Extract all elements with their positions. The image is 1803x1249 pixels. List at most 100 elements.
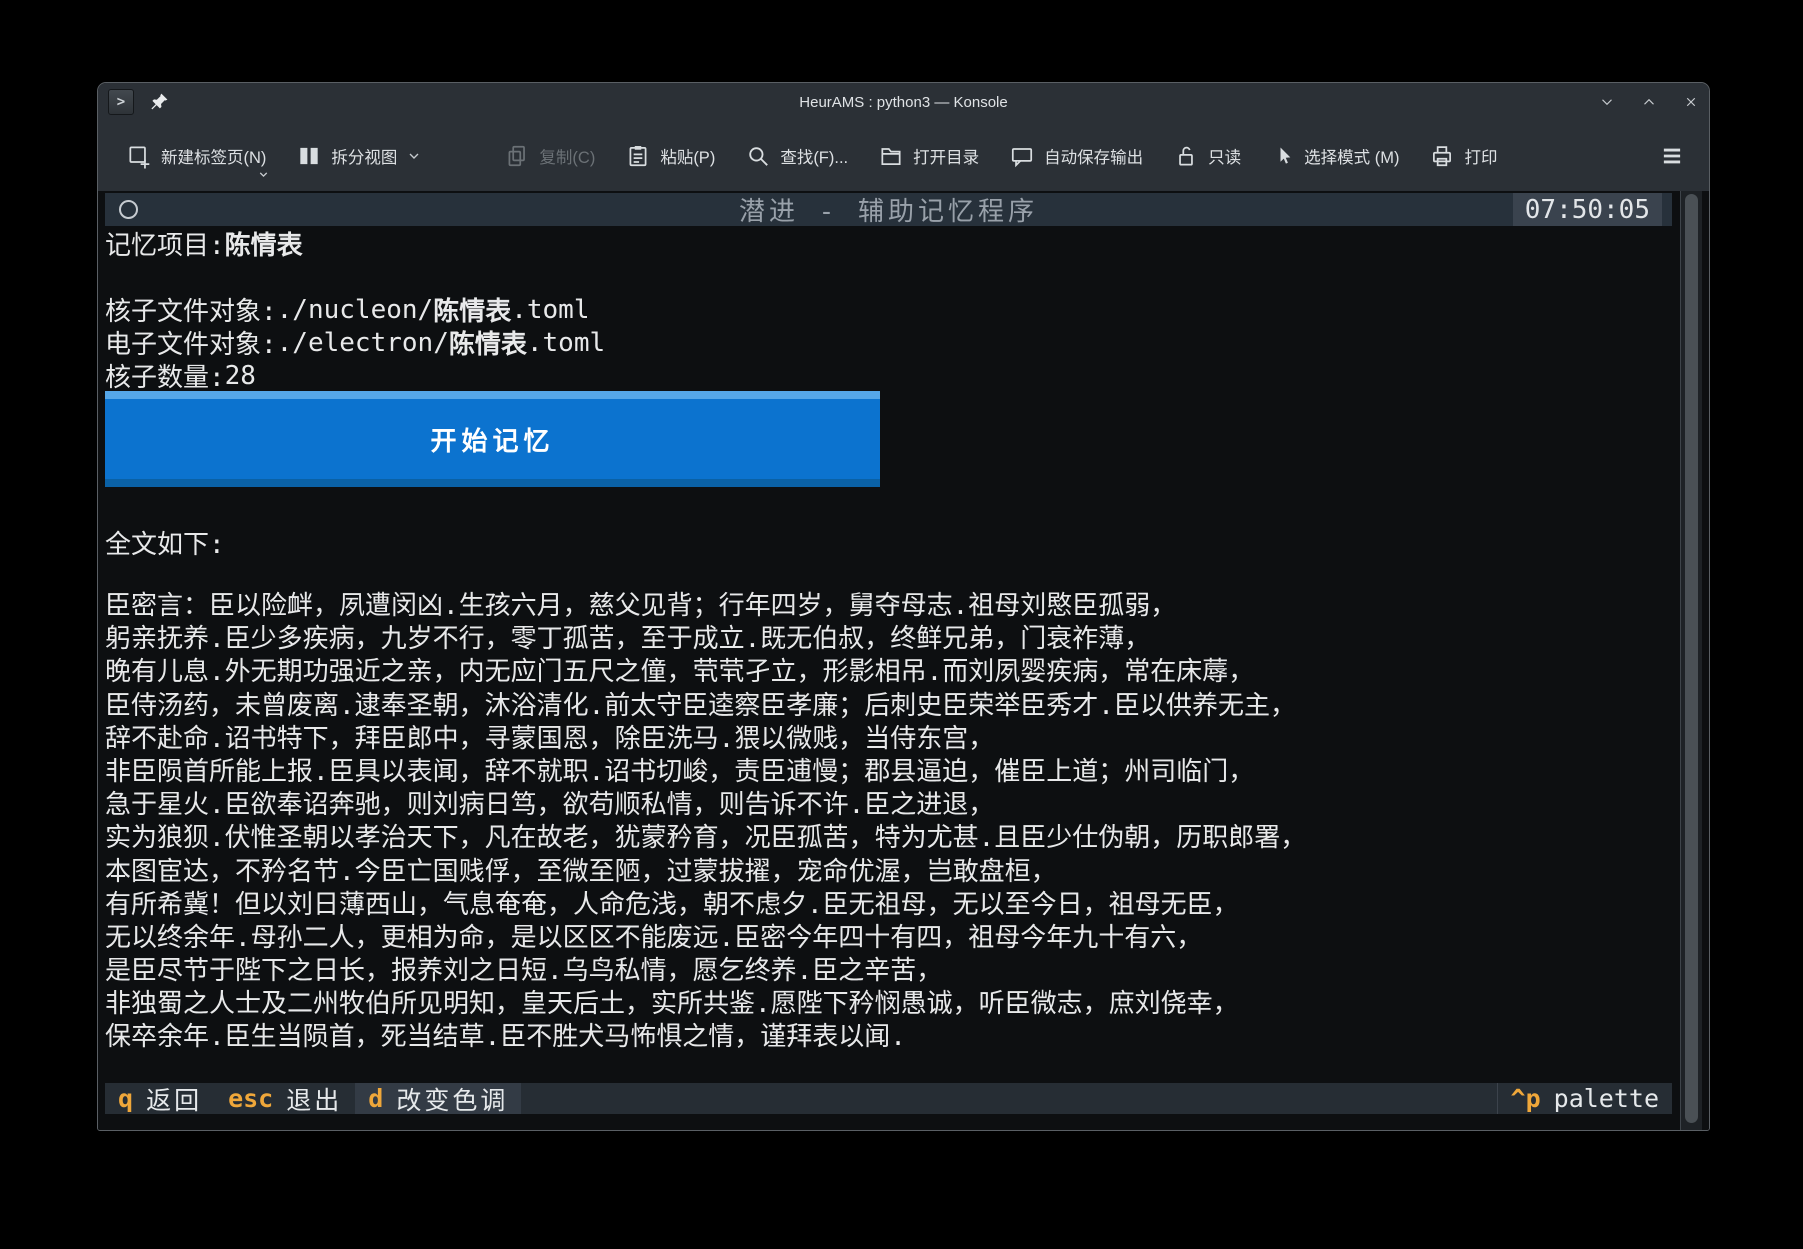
electron-file-name: 陈情表 — [449, 326, 527, 359]
toolbar-item-split-view[interactable]: 拆分视图 — [296, 143, 422, 169]
scrollbar[interactable] — [1680, 191, 1702, 1130]
chevron-up-icon — [1640, 93, 1658, 111]
toolbar-item-label: 只读 — [1208, 144, 1241, 168]
footer: q 返回 esc 退出 d 改变色调 ^p palette — [105, 1083, 1672, 1114]
konsole-window: > HeurAMS : python3 — Konsole — [97, 82, 1710, 1131]
fulltext-line: 辞不赴命.诏书特下，拜臣郎中，寻蒙国恩，除臣洗马.猥以微贱，当侍东宫， — [105, 723, 1672, 756]
toolbar-item-label: 打开目录 — [913, 144, 979, 168]
nucleon-count-value: 28 — [225, 361, 256, 391]
fulltext-line: 非臣陨首所能上报.臣具以表闻，辞不就职.诏书切峻，责臣逋慢；郡县逼迫，催臣上道；… — [105, 756, 1672, 789]
toolbar-item-read-only[interactable]: 只读 — [1173, 143, 1241, 169]
toolbar-item-select-mode[interactable]: 选择模式 (M) — [1271, 144, 1399, 168]
fulltext: 臣密言：臣以险衅，夙遭闵凶.生孩六月，慈父见背；行年四岁，舅夺母志.祖母刘愍臣孤… — [105, 590, 1672, 1055]
memory-item-value: 陈情表 — [225, 227, 303, 260]
toolbar-item-label: 复制(C) — [539, 144, 595, 168]
titlebar: > HeurAMS : python3 — Konsole — [98, 83, 1709, 121]
electron-file-ext: .toml — [527, 328, 605, 358]
toolbar-item-label: 选择模式 (M) — [1304, 144, 1399, 168]
fulltext-line: 非独蜀之人士及二州牧伯所见明知，皇天后土，实所共鉴.愿陛下矜悯愚诚，听臣微志，庶… — [105, 988, 1672, 1021]
nucleon-label: 核子文件对象: — [105, 293, 277, 326]
app-header: 潜进 - 辅助记忆程序 07:50:05 — [105, 193, 1672, 226]
copy-icon — [504, 143, 530, 169]
binding-description: 退出 — [286, 1081, 342, 1117]
clock: 07:50:05 — [1513, 193, 1662, 226]
scrollbar-thumb[interactable] — [1685, 194, 1698, 1123]
toolbar-item-find[interactable]: 查找(F)... — [745, 143, 848, 169]
fulltext-line: 无以终余年.母孙二人，更相为命，是以区区不能废远.臣密今年四十有四，祖母今年九十… — [105, 922, 1672, 955]
key-label: d — [368, 1084, 383, 1113]
fulltext-label: 全文如下: — [105, 526, 225, 559]
key-label: q — [118, 1084, 133, 1113]
app-title: 潜进 - 辅助记忆程序 — [105, 191, 1672, 228]
footer-binding-q[interactable]: q 返回 — [105, 1083, 215, 1114]
window-title: HeurAMS : python3 — Konsole — [98, 94, 1709, 111]
chevron-down-icon — [257, 168, 270, 181]
terminal-view[interactable]: 潜进 - 辅助记忆程序 07:50:05 记忆项目: 陈情表 核子文件对象: .… — [98, 191, 1709, 1130]
nucleon-count-label: 核子数量: — [105, 359, 225, 392]
toolbar: 新建标签页(N) 拆分视图 复制(C) — [98, 121, 1709, 191]
binding-description: 返回 — [146, 1081, 202, 1117]
desktop: > HeurAMS : python3 — Konsole — [0, 0, 1803, 1249]
fulltext-line: 保卒余年.臣生当陨首，死当结草.臣不胜犬马怖惧之情，谨拜表以闻. — [105, 1021, 1672, 1054]
new-tab-icon — [126, 143, 152, 169]
fulltext-line: 臣侍汤药，未曾废离.逮奉圣朝，沐浴清化.前太守臣逵察臣孝廉；后刺史臣荣举臣秀才.… — [105, 690, 1672, 723]
electron-path-prefix: ./electron/ — [277, 328, 449, 358]
chevron-down-icon — [1598, 93, 1616, 111]
folder-icon — [878, 143, 904, 169]
output-bubble-icon — [1009, 143, 1035, 169]
memory-item-label: 记忆项目: — [105, 227, 225, 260]
toolbar-item-label: 打印 — [1464, 144, 1497, 168]
memory-item-line: 记忆项目: 陈情表 — [105, 227, 303, 260]
key-label: esc — [228, 1084, 273, 1113]
start-memorize-button[interactable]: 开始记忆 — [105, 391, 880, 487]
binding-description: 改变色调 — [396, 1081, 508, 1117]
fulltext-line: 有所希冀！但以刘日薄西山，气息奄奄，人命危浅，朝不虑夕.臣无祖母，无以至今日，祖… — [105, 889, 1672, 922]
fulltext-line: 本图宦达，不矜名节.今臣亡国贱俘，至微至陋，过蒙拔擢，宠命优渥，岂敢盘桓， — [105, 856, 1672, 889]
fulltext-line: 躬亲抚养.臣少多疾病，九岁不行，零丁孤苦，至于成立.既无伯叔，终鲜兄弟，门衰祚薄… — [105, 623, 1672, 656]
close-button[interactable] — [1681, 92, 1701, 112]
toolbar-item-label: 拆分视图 — [331, 144, 397, 168]
cursor-icon — [1271, 144, 1295, 168]
footer-binding-esc[interactable]: esc 退出 — [215, 1083, 355, 1114]
toolbar-item-print[interactable]: 打印 — [1429, 143, 1497, 169]
toolbar-item-open-directory[interactable]: 打开目录 — [878, 143, 979, 169]
fulltext-line: 臣密言：臣以险衅，夙遭闵凶.生孩六月，慈父见背；行年四岁，舅夺母志.祖母刘愍臣孤… — [105, 590, 1672, 623]
hamburger-icon — [1659, 143, 1685, 169]
printer-icon — [1429, 143, 1455, 169]
footer-binding-palette[interactable]: ^p palette — [1498, 1083, 1672, 1114]
fulltext-line: 是臣尽节于陛下之日长，报养刘之日短.乌鸟私情，愿乞终养.臣之辛苦， — [105, 955, 1672, 988]
fulltext-line: 急于星火.臣欲奉诏奔驰，则刘病日笃，欲苟顺私情，则告诉不许.臣之进退， — [105, 789, 1672, 822]
start-memorize-label: 开始记忆 — [430, 421, 554, 458]
minimize-button[interactable] — [1597, 92, 1617, 112]
maximize-button[interactable] — [1639, 92, 1659, 112]
button-top-edge — [105, 391, 880, 399]
toolbar-item-copy[interactable]: 复制(C) — [504, 143, 595, 169]
toolbar-item-paste[interactable]: 粘贴(P) — [625, 143, 715, 169]
button-bottom-edge — [105, 479, 880, 487]
binding-description: palette — [1554, 1084, 1659, 1113]
toolbar-item-label: 自动保存输出 — [1044, 144, 1143, 168]
search-icon — [745, 143, 771, 169]
nucleon-file-name: 陈情表 — [433, 293, 511, 326]
lock-open-icon — [1173, 143, 1199, 169]
split-view-icon — [296, 143, 322, 169]
chevron-down-icon — [406, 148, 422, 164]
nucleon-path-line: 核子文件对象: ./nucleon/陈情表.toml — [105, 293, 590, 326]
window-controls — [1597, 83, 1701, 121]
toolbar-item-new-tab[interactable]: 新建标签页(N) — [126, 143, 266, 169]
key-label: ^p — [1511, 1084, 1541, 1113]
nucleon-path-prefix: ./nucleon/ — [277, 295, 434, 325]
paste-icon — [625, 143, 651, 169]
footer-binding-d[interactable]: d 改变色调 — [355, 1083, 521, 1114]
fulltext-line: 实为狼狈.伏惟圣朝以孝治天下，凡在故老，犹蒙矜育，况臣孤苦，特为尤甚.且臣少仕伪… — [105, 822, 1672, 855]
toolbar-item-autosave-output[interactable]: 自动保存输出 — [1009, 143, 1143, 169]
nucleon-file-ext: .toml — [511, 295, 589, 325]
close-icon — [1682, 93, 1700, 111]
toolbar-item-label: 查找(F)... — [780, 144, 848, 168]
nucleon-count-line: 核子数量:28 — [105, 359, 256, 392]
electron-label: 电子文件对象: — [105, 326, 277, 359]
toolbar-item-label: 粘贴(P) — [660, 144, 715, 168]
menu-button[interactable] — [1659, 143, 1685, 169]
fulltext-line: 晚有儿息.外无期功强近之亲，内无应门五尺之僮，茕茕孑立，形影相吊.而刘夙婴疾病，… — [105, 656, 1672, 689]
toolbar-item-label: 新建标签页(N) — [161, 144, 266, 168]
